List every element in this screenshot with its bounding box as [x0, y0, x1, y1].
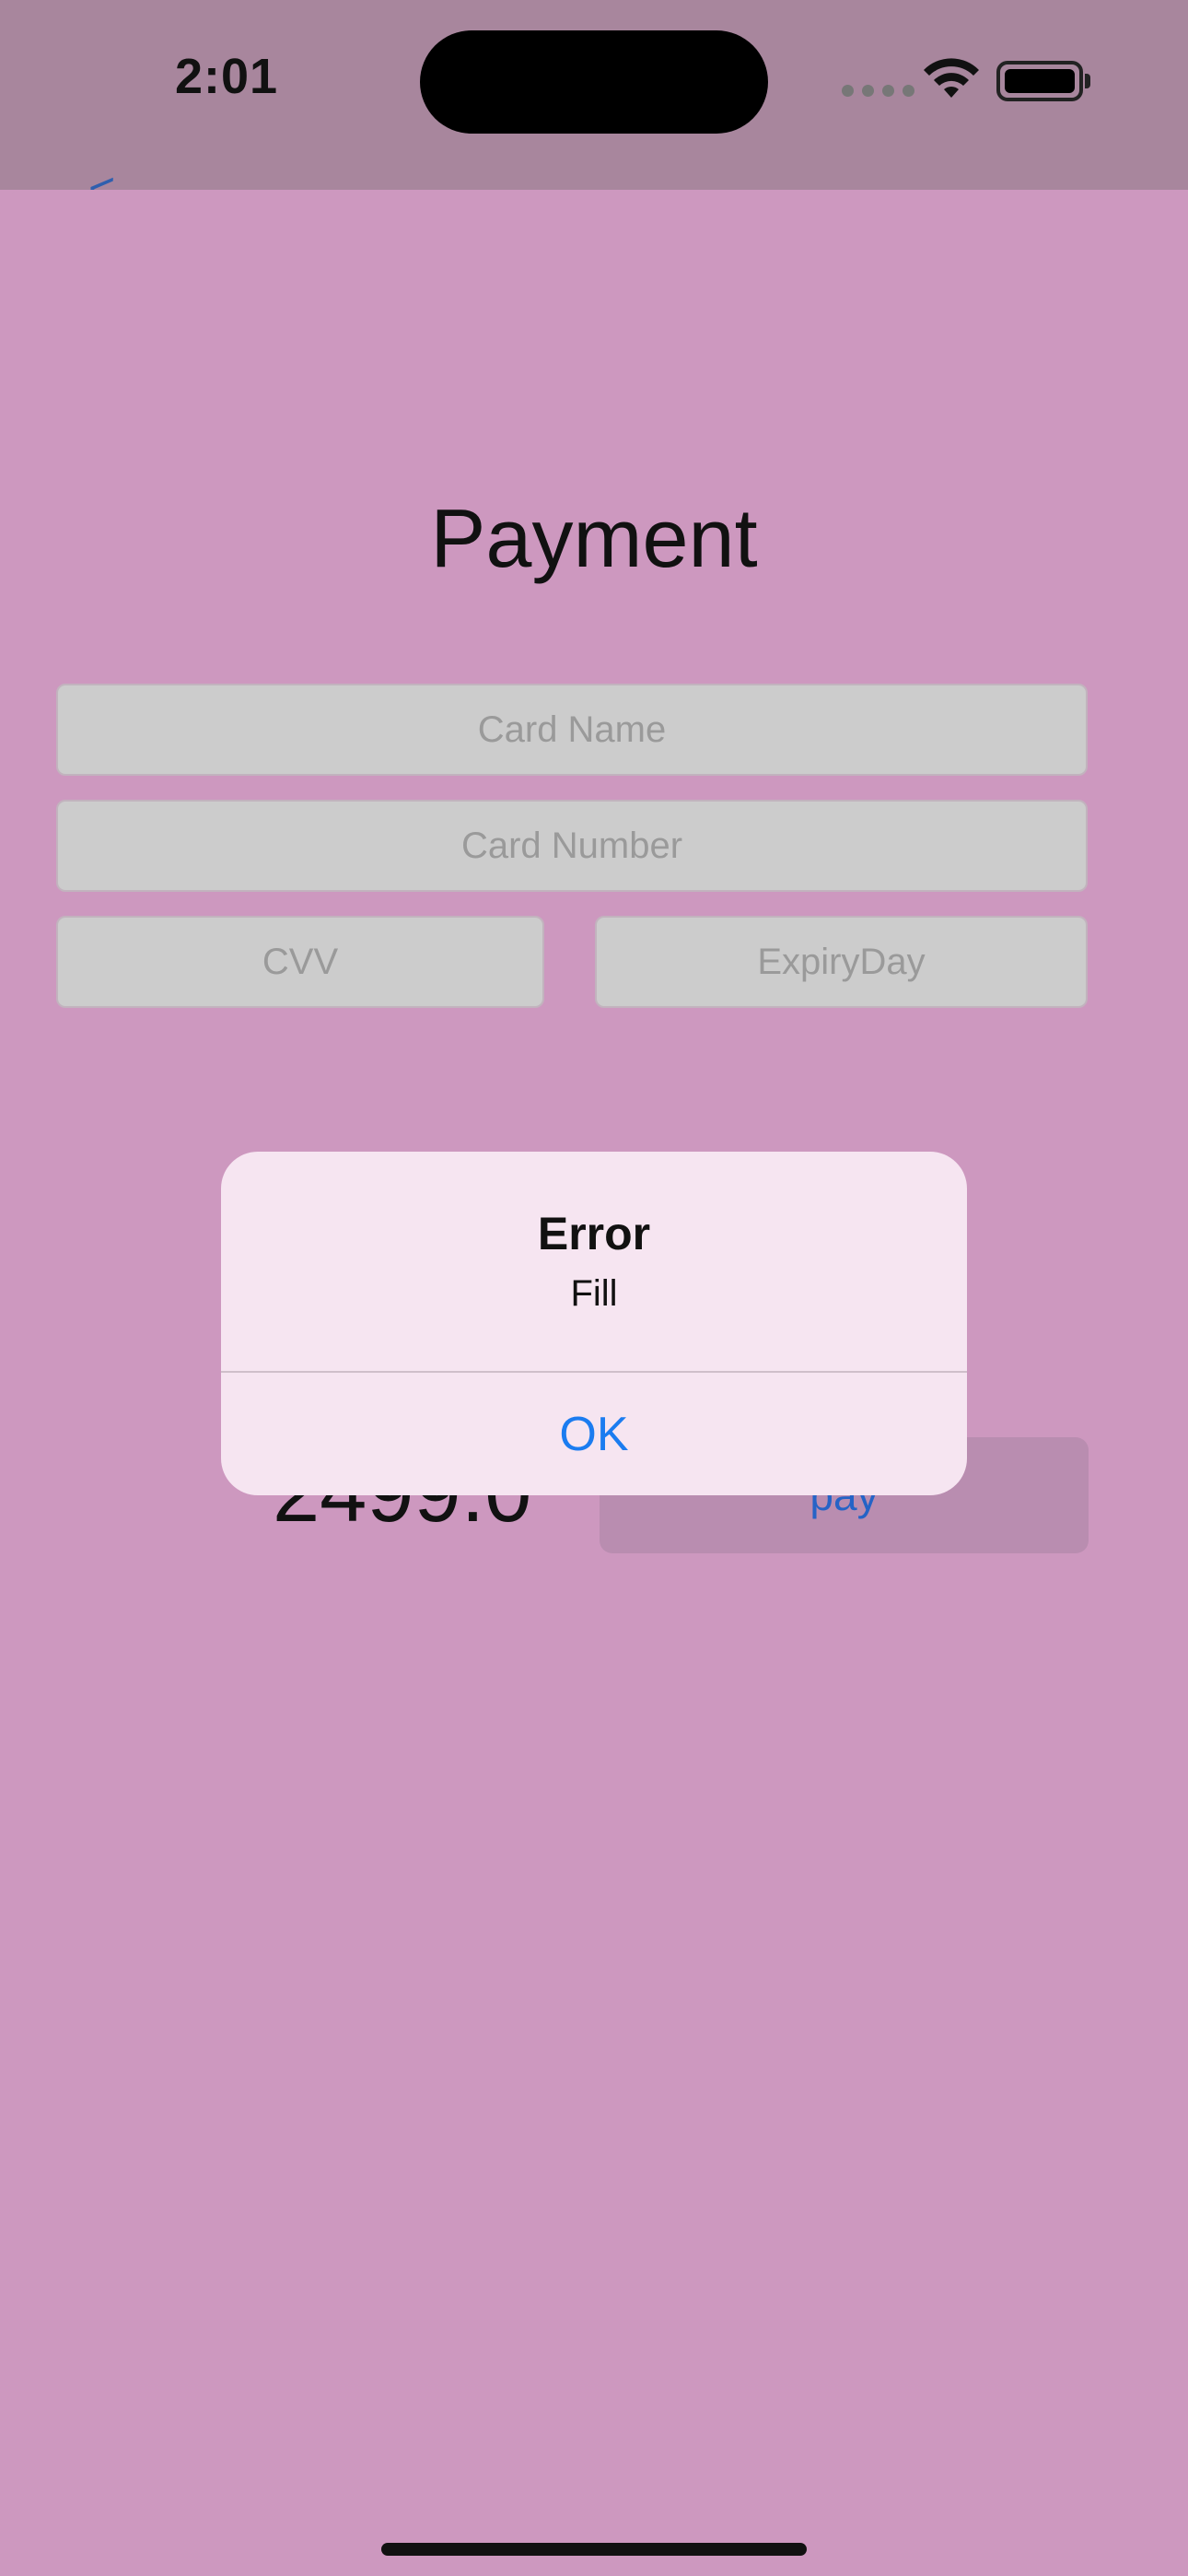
wifi-icon: [924, 58, 979, 98]
alert-title: Error: [537, 1208, 651, 1259]
alert-message: Fill: [570, 1273, 618, 1314]
status-time: 2:01: [175, 49, 279, 104]
error-alert: Error Fill OK: [221, 1152, 967, 1495]
card-number-field[interactable]: Card Number: [56, 800, 1088, 892]
expiry-field[interactable]: ExpiryDay: [595, 916, 1088, 1008]
cellular-icon: [842, 85, 914, 97]
dynamic-island: [420, 30, 768, 134]
cvv-field[interactable]: CVV: [56, 916, 544, 1008]
battery-cap: [1085, 74, 1090, 88]
battery-icon: [996, 61, 1083, 101]
alert-ok-button[interactable]: OK: [221, 1373, 967, 1495]
home-indicator[interactable]: [381, 2543, 807, 2556]
card-name-field[interactable]: Card Name: [56, 684, 1088, 776]
page-title: Payment: [430, 493, 758, 585]
status-bar: 2:01 <: [0, 0, 1188, 215]
